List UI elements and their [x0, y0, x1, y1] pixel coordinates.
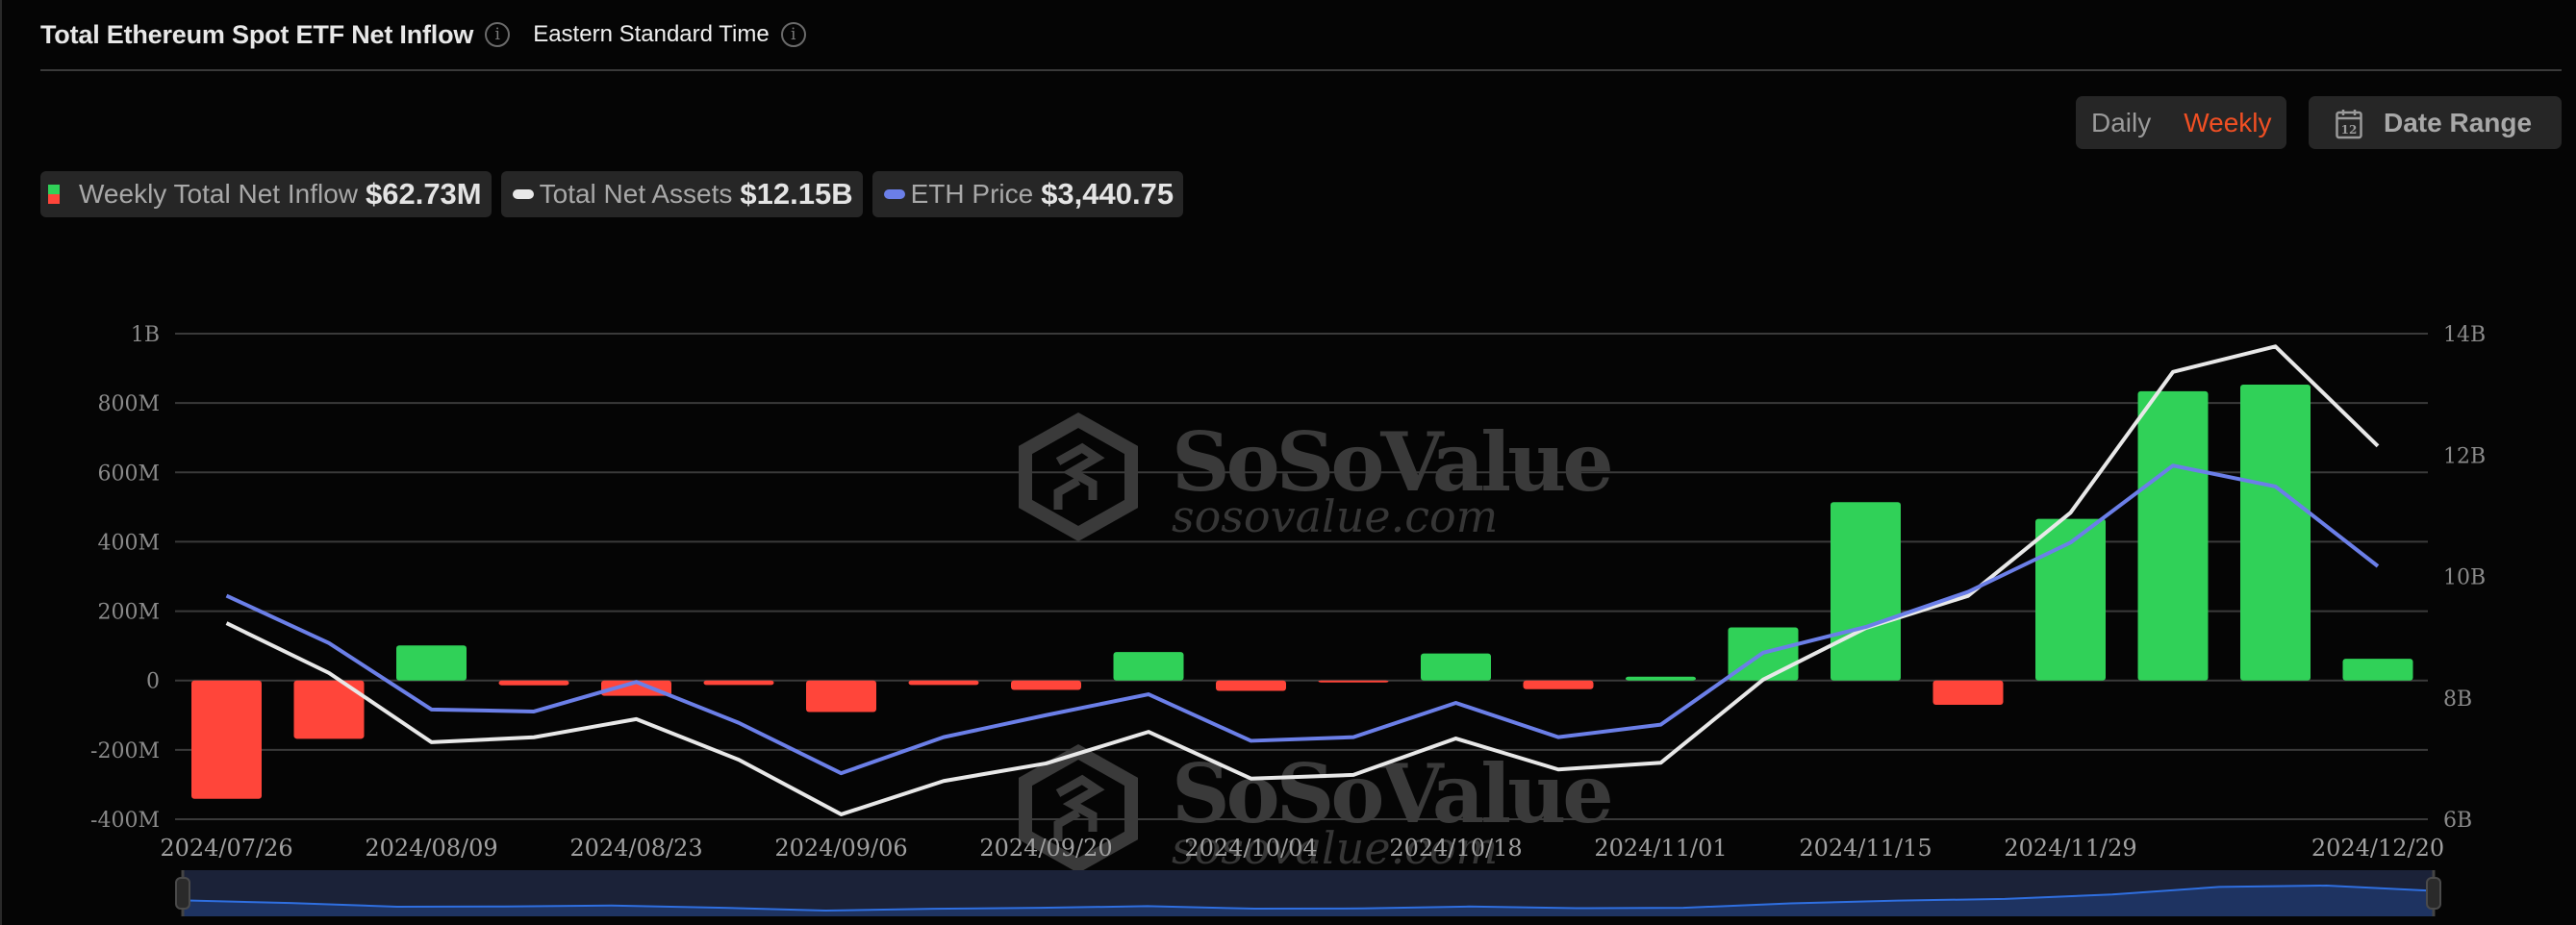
- bar-net-inflow: [806, 680, 876, 712]
- y-axis-left: 1B 800M 600M 400M 200M 0 -200M -400M: [90, 323, 160, 833]
- y-axis-right: 14B 12B 10B 8B 6B: [2443, 323, 2486, 833]
- y-left-tick-label: 800M: [97, 392, 160, 416]
- y-left-tick-label: 400M: [97, 531, 160, 555]
- x-tick-label: 2024/09/06: [774, 835, 907, 862]
- y-right-tick-label: 12B: [2443, 444, 2486, 468]
- bar-net-inflow: [1113, 652, 1184, 681]
- bar-net-inflow: [498, 680, 569, 686]
- x-tick-label: 2024/09/20: [979, 835, 1112, 862]
- bar-net-inflow: [1932, 680, 2004, 705]
- watermark-url: sosovalue.com: [1172, 490, 1498, 542]
- bar-net-inflow: [703, 680, 774, 686]
- range-navigator[interactable]: [175, 870, 2441, 916]
- y-left-tick-label: 1B: [131, 323, 160, 347]
- y-right-tick-label: 6B: [2443, 809, 2472, 833]
- chart-canvas: SoSoValuesosovalue.com SoSoValuesosovalue…: [90, 323, 2486, 916]
- bar-net-inflow: [1831, 502, 1901, 681]
- y-right-tick-label: 10B: [2443, 566, 2486, 590]
- x-axis: 2024/07/26 2024/08/09 2024/08/23 2024/09/06…: [160, 835, 2444, 862]
- x-tick-label: 2024/08/23: [569, 835, 702, 862]
- watermark-logo: SoSoValuesosovalue.com: [1019, 412, 1614, 542]
- y-left-tick-label: 200M: [97, 601, 160, 625]
- bar-net-inflow: [191, 680, 262, 799]
- bar-net-inflow: [1318, 680, 1389, 683]
- bar-net-inflow: [2240, 385, 2311, 681]
- x-tick-label: 2024/12/20: [2311, 835, 2444, 862]
- watermark: SoSoValuesosovalue.com SoSoValuesosovalue…: [1019, 412, 1614, 874]
- soso-logo-mark: [1053, 774, 1105, 841]
- y-left-tick-label: 600M: [97, 462, 160, 486]
- watermark-logo: SoSoValuesosovalue.com: [1019, 743, 1614, 874]
- y-right-tick-label: 8B: [2443, 688, 2472, 712]
- bar-net-inflow: [2137, 390, 2209, 681]
- handle-grip-icon: [2426, 877, 2441, 910]
- x-tick-label: 2024/10/18: [1389, 835, 1522, 862]
- bar-net-inflow: [1626, 676, 1696, 681]
- x-tick-label: 2024/11/01: [1594, 835, 1727, 862]
- soso-logo-mark: [1053, 442, 1105, 510]
- y-left-tick-label: 0: [146, 670, 160, 694]
- bar-net-inflow: [1011, 680, 1081, 690]
- handle-grip-icon: [175, 877, 190, 910]
- y-right-tick-label: 14B: [2443, 323, 2486, 347]
- y-left-tick-label: -200M: [90, 739, 160, 763]
- x-tick-label: 2024/11/29: [2004, 835, 2136, 862]
- bar-net-inflow: [1523, 680, 1594, 689]
- y-left-tick-label: -400M: [90, 809, 160, 833]
- x-tick-label: 2024/10/04: [1184, 835, 1317, 862]
- bar-net-inflow: [1216, 680, 1286, 691]
- x-tick-label: 2024/07/26: [160, 835, 292, 862]
- x-tick-label: 2024/08/09: [365, 835, 497, 862]
- bar-net-inflow: [908, 680, 979, 686]
- bar-net-inflow: [396, 645, 467, 681]
- x-tick-label: 2024/11/15: [1799, 835, 1932, 862]
- bar-net-inflow: [2342, 659, 2413, 681]
- bar-net-inflow: [1421, 653, 1491, 681]
